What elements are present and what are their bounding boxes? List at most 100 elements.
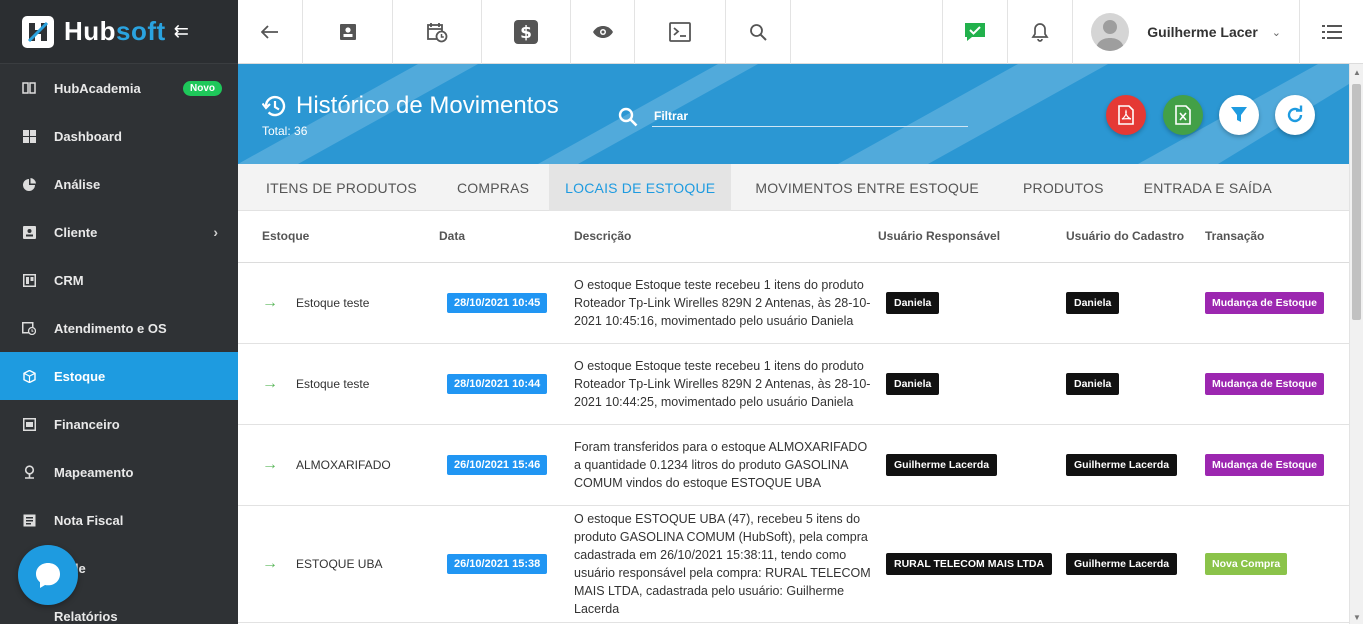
finance-button[interactable]: $: [482, 0, 571, 64]
brand-name: Hubsoft: [64, 16, 166, 46]
column-header-descricao[interactable]: Descrição: [574, 211, 876, 263]
sidebar-item-label: Estoque: [54, 368, 106, 384]
grid-icon: [22, 129, 36, 143]
tab-compras[interactable]: COMPRAS: [437, 164, 549, 211]
sidebar-item-financeiro[interactable]: Financeiro: [0, 400, 238, 448]
transaction-badge: Mudança de Estoque: [1205, 291, 1325, 314]
column-header-usuario-responsavel[interactable]: Usuário Responsável: [876, 211, 1066, 263]
sidebar: Hubsoft ⇇ HubAcademia Novo Dashboard Aná…: [0, 0, 238, 624]
chevron-right-icon: ›: [213, 224, 218, 240]
user-badge: Guilherme Lacerda: [1066, 453, 1178, 476]
sidebar-item-hubacademia[interactable]: HubAcademia Novo: [0, 64, 238, 112]
contacts-button[interactable]: [303, 0, 393, 64]
cell-descricao: O estoque ESTOQUE UBA (47), recebeu 5 it…: [574, 505, 876, 623]
calendar-clock-icon: [427, 23, 448, 43]
sidebar-item-nota-fiscal[interactable]: Nota Fiscal: [0, 496, 238, 544]
view-button[interactable]: [571, 0, 635, 64]
chat-bubble-icon: [36, 563, 60, 588]
column-header-estoque[interactable]: Estoque: [262, 211, 439, 263]
sidebar-item-crm[interactable]: CRM: [0, 256, 238, 304]
contact-card-icon: [339, 24, 356, 40]
arrow-right-icon: →: [262, 293, 278, 311]
contact-card-icon: [22, 225, 36, 239]
menu-list-button[interactable]: [1300, 0, 1363, 64]
search-button[interactable]: [726, 0, 791, 64]
user-badge: Daniela: [886, 372, 940, 395]
table-container: Estoque Data Descrição Usuário Responsáv…: [238, 211, 1349, 624]
tab-produtos[interactable]: PRODUTOS: [1003, 164, 1124, 211]
scroll-down-icon[interactable]: ▼: [1353, 613, 1361, 622]
cell-estoque: Estoque teste: [296, 343, 439, 425]
user-name: Guilherme Lacer: [1147, 24, 1258, 40]
app-root: Hubsoft ⇇ HubAcademia Novo Dashboard Aná…: [0, 0, 1363, 624]
sidebar-item-analise[interactable]: Análise: [0, 160, 238, 208]
tab-entrada-e-saida[interactable]: ENTRADA E SAÍDA: [1124, 164, 1292, 211]
export-excel-button[interactable]: [1163, 95, 1203, 135]
transaction-badge: Mudança de Estoque: [1205, 453, 1325, 476]
user-avatar-icon: [1096, 20, 1125, 51]
dollar-icon: $: [514, 20, 538, 44]
pdf-icon: [1118, 105, 1134, 125]
chat-check-icon: [965, 23, 986, 41]
cell-descricao: O estoque Estoque teste recebeu 1 itens …: [574, 343, 876, 425]
map-pin-icon: [22, 465, 36, 479]
column-header-usuario-cadastro[interactable]: Usuário do Cadastro: [1066, 211, 1205, 263]
chat-button[interactable]: [18, 545, 78, 605]
refresh-icon: [1287, 105, 1303, 123]
search-icon: [750, 24, 767, 41]
tabs-bar: ITENS DE PRODUTOS COMPRAS LOCAIS DE ESTO…: [238, 164, 1349, 211]
title-row: Histórico de Movimentos: [262, 92, 559, 120]
tab-itens-de-produtos[interactable]: ITENS DE PRODUTOS: [238, 164, 437, 211]
tab-locais-de-estoque[interactable]: LOCAIS DE ESTOQUE: [549, 164, 732, 211]
sidebar-item-cliente[interactable]: Cliente ›: [0, 208, 238, 256]
filter-input[interactable]: [652, 106, 968, 127]
collapse-sidebar-icon[interactable]: ⇇: [174, 21, 189, 42]
sidebar-item-dashboard[interactable]: Dashboard: [0, 112, 238, 160]
table-row[interactable]: → ESTOQUE UBA 26/10/2021 15:38 O estoque…: [238, 505, 1349, 623]
page-scrollbar[interactable]: ▲ ▼: [1349, 64, 1363, 624]
sidebar-item-label: Análise: [54, 176, 101, 192]
sidebar-item-label: Nota Fiscal: [54, 512, 124, 528]
sidebar-item-mapeamento[interactable]: Mapeamento: [0, 448, 238, 496]
kanban-icon: [22, 273, 36, 287]
sidebar-item-estoque[interactable]: Estoque: [0, 352, 238, 400]
user-menu[interactable]: Guilherme Lacer ⌄: [1073, 0, 1300, 64]
table-row[interactable]: → ALMOXARIFADO 26/10/2021 15:46 Foram tr…: [238, 424, 1349, 506]
notifications-button[interactable]: [1008, 0, 1074, 64]
user-badge: Daniela: [1066, 372, 1120, 395]
tasks-button[interactable]: [943, 0, 1009, 64]
sidebar-item-atendimento[interactable]: Atendimento e OS: [0, 304, 238, 352]
top-bar: $ Guilherme Lacer ⌄: [238, 0, 1363, 64]
history-icon: [262, 95, 286, 117]
filter-options-button[interactable]: [1219, 95, 1259, 135]
avatar: [1091, 13, 1130, 51]
sidebar-item-label: Atendimento e OS: [54, 320, 167, 336]
arrow-right-icon: →: [262, 374, 278, 392]
export-pdf-button[interactable]: [1106, 95, 1146, 135]
invoice-icon: [22, 513, 36, 527]
arrow-right-icon: →: [262, 455, 278, 473]
cell-descricao: Foram transferidos para o estoque ALMOXA…: [574, 424, 876, 506]
movements-table: Estoque Data Descrição Usuário Responsáv…: [238, 211, 1349, 623]
cell-estoque: ALMOXARIFADO: [296, 424, 439, 506]
scroll-thumb[interactable]: [1352, 84, 1361, 320]
column-header-transacao[interactable]: Transação: [1205, 211, 1349, 263]
page-title: Histórico de Movimentos: [296, 92, 559, 119]
column-header-data[interactable]: Data: [439, 211, 574, 263]
page-header: Histórico de Movimentos Total: 36: [238, 64, 1349, 164]
scroll-up-icon[interactable]: ▲: [1353, 68, 1361, 77]
back-button[interactable]: [238, 0, 303, 64]
excel-icon: [1175, 105, 1191, 125]
refresh-button[interactable]: [1275, 95, 1315, 135]
tab-movimentos-entre-estoque[interactable]: MOVIMENTOS ENTRE ESTOQUE: [731, 164, 1003, 211]
chevron-down-icon: ⌄: [1271, 26, 1281, 39]
report-icon: [22, 609, 36, 623]
topbar-spacer: [791, 0, 944, 63]
table-row[interactable]: → Estoque teste 28/10/2021 10:45 O estoq…: [238, 262, 1349, 344]
cell-descricao: O estoque Estoque teste recebeu 1 itens …: [574, 262, 876, 344]
table-row[interactable]: → Estoque teste 28/10/2021 10:44 O estoq…: [238, 343, 1349, 425]
user-badge: RURAL TELECOM MAIS LTDA: [886, 552, 1053, 575]
sidebar-item-label: HubAcademia: [54, 80, 141, 96]
schedule-button[interactable]: [393, 0, 482, 64]
terminal-button[interactable]: [635, 0, 726, 64]
